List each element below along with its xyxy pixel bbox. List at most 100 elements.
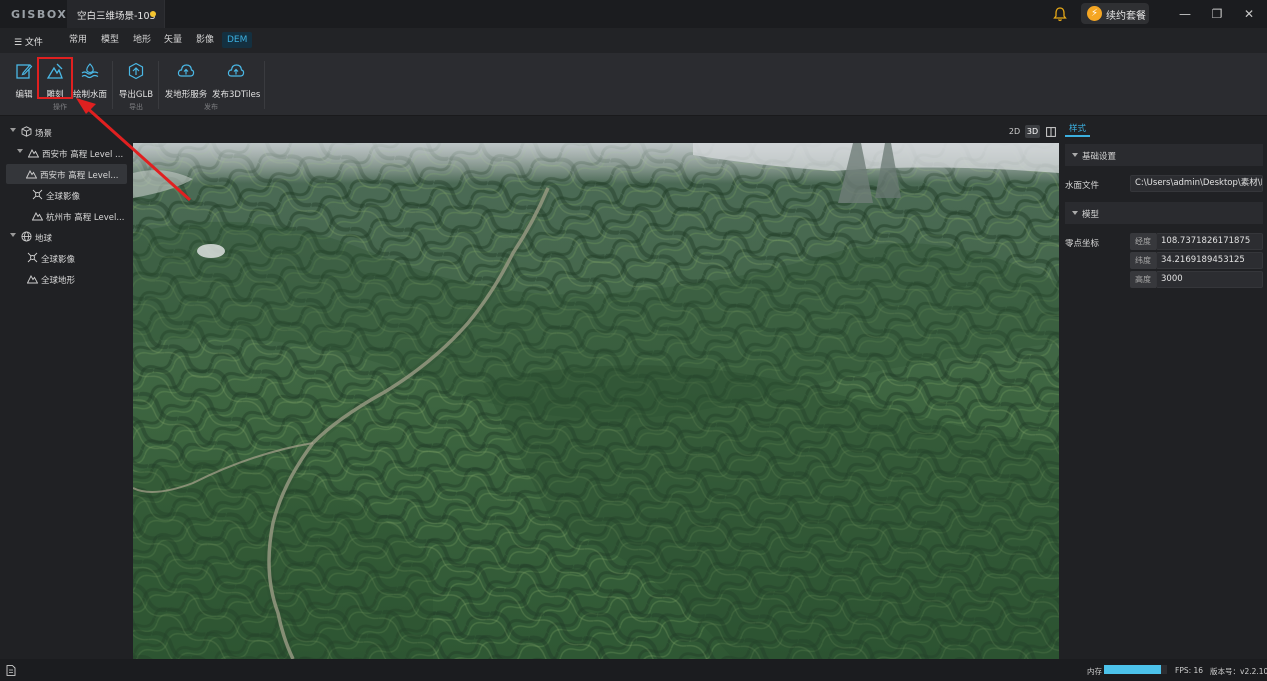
- tree-node-earth-terrain[interactable]: 全球地形: [0, 269, 130, 289]
- chevron-down-icon: [1072, 211, 1078, 215]
- tree-label: 西安市 高程 Level ...: [42, 150, 124, 160]
- tab-style[interactable]: 样式: [1065, 121, 1091, 137]
- document-icon[interactable]: [6, 665, 16, 676]
- tree-node-earth[interactable]: 地球: [0, 227, 130, 247]
- latitude-input[interactable]: 34.2169189453125: [1156, 252, 1263, 269]
- tab-model[interactable]: 模型: [96, 32, 124, 48]
- tree-label: 场景: [35, 129, 53, 139]
- tree-node-xian-level-selected[interactable]: 西安市 高程 Level...: [6, 164, 127, 184]
- unsaved-indicator: [150, 11, 156, 17]
- cloud-upload-icon: [227, 64, 245, 77]
- cloud-upload-icon: [177, 64, 195, 77]
- terrain-icon: [32, 212, 43, 221]
- publish-terrain-button[interactable]: 发地形服务: [164, 59, 208, 101]
- tab-imagery[interactable]: 影像: [191, 32, 219, 48]
- ribbon-divider: [158, 61, 159, 109]
- view-2d-button[interactable]: 2D: [1007, 125, 1022, 138]
- tab-terrain[interactable]: 地形: [128, 32, 156, 48]
- section-title: 基础设置: [1082, 152, 1117, 162]
- draw-water-button[interactable]: 绘制水面: [72, 59, 108, 101]
- bell-icon[interactable]: [1053, 6, 1067, 22]
- menu-bar: ☰ 文件 常用 模型 地形 矢量 影像 DEM: [0, 28, 1267, 53]
- group-publish-label: 发布: [204, 103, 218, 111]
- origin-coordinate-label: 零点坐标: [1065, 239, 1100, 249]
- latitude-label: 纬度: [1130, 252, 1156, 269]
- edit-button[interactable]: 编辑: [8, 59, 40, 101]
- tree-label: 全球地形: [41, 276, 76, 286]
- split-view-icon[interactable]: [1046, 127, 1056, 137]
- section-basic-settings[interactable]: 基础设置: [1065, 144, 1263, 166]
- tree-node-hangzhou-level[interactable]: 杭州市 高程 Level...: [0, 206, 130, 226]
- export-icon: [128, 62, 144, 80]
- minimize-button[interactable]: —: [1176, 5, 1194, 23]
- tab-common[interactable]: 常用: [64, 32, 92, 48]
- edit-label: 编辑: [15, 90, 33, 100]
- document-tab-label: 空白三维场景-103: [77, 11, 156, 22]
- export-glb-label: 导出GLB: [118, 90, 154, 100]
- ribbon-toolbar: 编辑 雕刻 绘制水面 导出GLB 发地形服务 发布3DTiles 操作 导出 发…: [0, 53, 1267, 116]
- tree-node-earth-imagery[interactable]: 全球影像: [0, 248, 130, 268]
- globe-icon: [21, 231, 32, 242]
- tree-label: 西安市 高程 Level...: [40, 171, 119, 181]
- scene-tree-panel: 场景 西安市 高程 Level ... 西安市 高程 Level... 全球影像…: [0, 117, 133, 659]
- group-export-label: 导出: [129, 103, 143, 111]
- water-surface-icon: [81, 63, 99, 79]
- renew-plan-label: 续约套餐: [1106, 11, 1146, 22]
- document-tab[interactable]: 空白三维场景-103: [67, 0, 165, 28]
- longitude-label: 经度: [1130, 233, 1156, 250]
- chevron-down-icon: [1072, 153, 1078, 157]
- version-readout: 版本号：v2.2.10: [1210, 667, 1267, 676]
- publish-3dtiles-button[interactable]: 发布3DTiles: [212, 59, 260, 101]
- tree-label: 地球: [35, 234, 53, 244]
- export-glb-button[interactable]: 导出GLB: [118, 59, 154, 101]
- annotation-highlight-box: [37, 57, 73, 99]
- imagery-icon: [27, 252, 38, 263]
- water-file-label: 水面文件: [1065, 181, 1100, 191]
- group-operate-label: 操作: [53, 103, 67, 111]
- height-label: 高度: [1130, 271, 1156, 288]
- tab-dem[interactable]: DEM: [222, 32, 253, 48]
- water-file-input[interactable]: C:\Users\admin\Desktop\素材\DE: [1130, 175, 1263, 192]
- publish-terrain-label: 发地形服务: [164, 90, 208, 100]
- edit-icon: [16, 64, 33, 79]
- tree-label: 全球影像: [46, 192, 81, 202]
- memory-label: 内存: [1087, 667, 1102, 676]
- chevron-down-icon[interactable]: [17, 149, 23, 153]
- viewport-toolbar: 2D 3D: [133, 117, 1059, 143]
- draw-water-label: 绘制水面: [72, 90, 107, 100]
- ribbon-divider: [264, 61, 265, 109]
- longitude-input[interactable]: 108.7371826171875: [1156, 233, 1263, 250]
- file-menu[interactable]: ☰ 文件: [14, 35, 43, 48]
- restore-button[interactable]: ❐: [1208, 5, 1226, 23]
- publish-3dtiles-label: 发布3DTiles: [212, 90, 261, 100]
- terrain-3d-viewport[interactable]: [133, 143, 1059, 659]
- chevron-down-icon[interactable]: [10, 128, 16, 132]
- memory-usage-bar: [1104, 665, 1167, 674]
- memory-usage-fill: [1104, 665, 1161, 674]
- terrain-render: [133, 143, 1059, 659]
- tree-label: 全球影像: [41, 255, 76, 265]
- fps-readout: FPS: 16: [1175, 666, 1204, 675]
- close-button[interactable]: ✕: [1240, 5, 1258, 23]
- view-3d-button[interactable]: 3D: [1025, 125, 1040, 138]
- bolt-icon: ⚡: [1087, 6, 1102, 21]
- properties-panel: 样式 基础设置 水面文件 C:\Users\admin\Desktop\素材\D…: [1059, 117, 1267, 659]
- status-bar: 内存 FPS: 16 版本号：v2.2.10: [0, 659, 1267, 681]
- renew-plan-button[interactable]: ⚡ 续约套餐: [1081, 3, 1149, 24]
- title-bar: GISBOX 空白三维场景-103 ⚡ 续约套餐 — ❐ ✕: [0, 0, 1267, 28]
- terrain-icon: [28, 149, 39, 158]
- terrain-icon: [27, 275, 38, 284]
- tree-node-scene[interactable]: 场景: [0, 122, 130, 142]
- app-logo: GISBOX: [11, 8, 68, 21]
- tree-node-xian-level[interactable]: 西安市 高程 Level ...: [0, 143, 130, 163]
- tree-node-global-imagery[interactable]: 全球影像: [0, 185, 130, 205]
- chevron-down-icon[interactable]: [10, 233, 16, 237]
- tab-vector[interactable]: 矢量: [159, 32, 187, 48]
- ribbon-divider: [112, 61, 113, 109]
- cube-icon: [21, 126, 32, 137]
- terrain-icon: [26, 170, 37, 179]
- section-title: 模型: [1082, 210, 1100, 220]
- height-input[interactable]: 3000: [1156, 271, 1263, 288]
- imagery-icon: [32, 189, 43, 200]
- section-model[interactable]: 模型: [1065, 202, 1263, 224]
